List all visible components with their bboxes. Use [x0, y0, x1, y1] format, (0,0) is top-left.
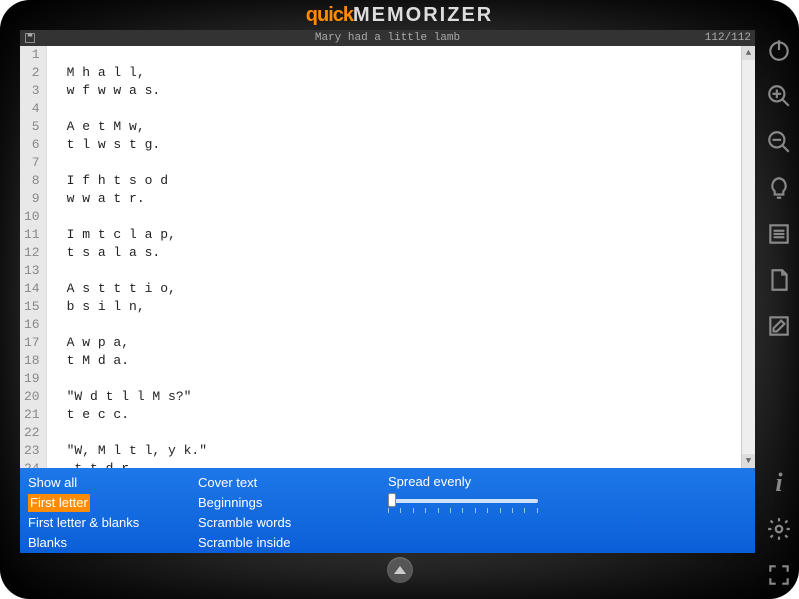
editor-pane: Mary had a little lamb 112/112 1 2 3 4 5… [20, 30, 755, 468]
editor-body: 1 2 3 4 5 6 7 8 9 10 11 12 13 14 15 16 1… [20, 46, 755, 468]
title-memorizer: MEMORIZER [353, 4, 493, 26]
zoom-in-icon[interactable] [765, 82, 793, 110]
info-icon[interactable]: i [765, 469, 793, 497]
filter-show-all[interactable]: Show all [28, 474, 198, 492]
scroll-down-icon[interactable]: ▼ [742, 454, 755, 468]
filter-panel: Show all First letter First letter & blank… [20, 468, 755, 553]
page-icon[interactable] [765, 266, 793, 294]
expand-button[interactable] [387, 557, 413, 583]
word-counter: 112/112 [705, 32, 751, 44]
right-toolbar: i [759, 30, 799, 589]
filter-scramble-inside[interactable]: Scramble inside [198, 534, 368, 552]
filter-cover-text[interactable]: Cover text [198, 474, 368, 492]
app-title: quickMEMORIZER [0, 4, 799, 27]
zoom-out-icon[interactable] [765, 128, 793, 156]
filter-blanks[interactable]: Blanks [28, 534, 198, 552]
fullscreen-icon[interactable] [765, 561, 793, 589]
line-gutter: 1 2 3 4 5 6 7 8 9 10 11 12 13 14 15 16 1… [20, 46, 47, 468]
filter-beginnings[interactable]: Beginnings [198, 494, 368, 512]
edit-icon[interactable] [765, 312, 793, 340]
spread-slider-area: Spread evenly [388, 474, 538, 547]
document-title: Mary had a little lamb [315, 32, 460, 44]
scrollbar[interactable]: ▲ ▼ [741, 46, 755, 468]
list-icon[interactable] [765, 220, 793, 248]
filter-first-letter-blanks[interactable]: First letter & blanks [28, 514, 198, 532]
editor-header: Mary had a little lamb 112/112 [20, 30, 755, 46]
title-quick: quick [306, 4, 353, 26]
app-frame: quickMEMORIZER Mary had a little lamb 11… [0, 0, 799, 599]
filter-column-1: Show all First letter First letter & blank… [28, 474, 198, 547]
scroll-up-icon[interactable]: ▲ [742, 46, 755, 60]
gear-icon[interactable] [765, 515, 793, 543]
text-content[interactable]: M h a l l, w f w w a s. A e t M w, t l w… [47, 46, 755, 468]
slider-label: Spread evenly [388, 474, 538, 489]
power-icon[interactable] [765, 36, 793, 64]
lightbulb-icon[interactable] [765, 174, 793, 202]
slider-thumb[interactable] [388, 493, 396, 507]
filter-first-letter[interactable]: First letter [28, 494, 90, 512]
filter-column-2: Cover textBeginningsScramble wordsScramb… [198, 474, 368, 547]
filter-scramble-words[interactable]: Scramble words [198, 514, 368, 532]
save-icon[interactable] [24, 32, 36, 44]
spread-slider[interactable] [388, 495, 538, 513]
